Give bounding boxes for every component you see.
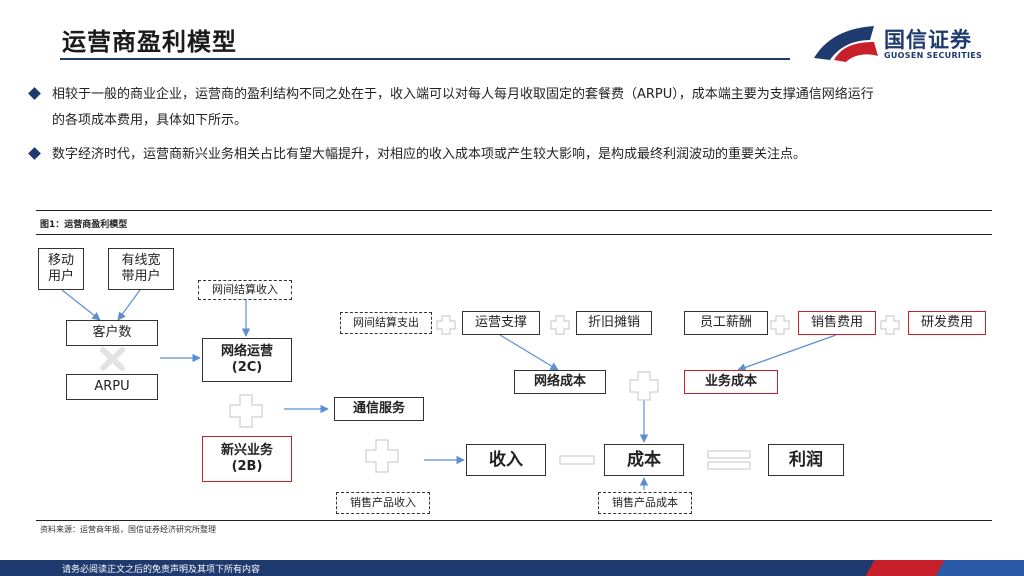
- node-arpu: ARPU: [66, 374, 158, 400]
- node-interconnect-income: 网间结算收入: [198, 280, 292, 300]
- minus-icon: [559, 455, 595, 465]
- node-revenue: 收入: [466, 444, 546, 476]
- node-business-cost: 业务成本: [684, 370, 778, 394]
- figure-bottom-rule: [36, 520, 992, 521]
- plus-icon-cost-sources: [629, 371, 659, 401]
- node-profit: 利润: [768, 444, 844, 476]
- footer-disclaimer: 请务必阅读正文之后的免责声明及其项下所有内容: [62, 565, 261, 575]
- figure-source: 资料来源：运营商年报，国信证券经济研究所整理: [40, 525, 216, 534]
- plus-icon-revenue-sources: [365, 439, 399, 473]
- node-customer-count: 客户数: [66, 320, 158, 346]
- node-network-ops: 网络运营 (2C): [202, 338, 292, 382]
- node-new-business: 新兴业务 (2B): [202, 436, 292, 482]
- node-wired-users: 有线宽 带用户: [108, 248, 174, 290]
- node-sales-cost: 销售产品成本: [598, 492, 692, 514]
- node-sales-expense: 销售费用: [798, 311, 876, 335]
- node-mobile-users: 移动 用户: [38, 248, 84, 290]
- footer-blue-stripe: [935, 560, 1024, 576]
- plus-icon-expense-4: [880, 315, 900, 335]
- node-sales-income: 销售产品收入: [336, 492, 430, 514]
- node-rd-expense: 研发费用: [908, 311, 986, 335]
- plus-icon-expense-2: [550, 315, 570, 335]
- equals-icon: [707, 450, 751, 470]
- node-depreciation: 折旧摊销: [576, 311, 652, 335]
- node-telecom-services: 通信服务: [334, 397, 424, 421]
- plus-icon-expense-3: [770, 315, 790, 335]
- node-ops-support: 运营支撑: [462, 311, 540, 335]
- node-network-cost: 网络成本: [514, 370, 606, 394]
- plus-icon-expense-1: [436, 315, 456, 335]
- node-cost: 成本: [604, 444, 684, 476]
- arrow-wired-to-customers: [117, 289, 141, 321]
- node-staff-pay: 员工薪酬: [684, 311, 768, 335]
- arrow-ops-support-to-network-cost: [499, 334, 559, 371]
- multiply-icon: [100, 347, 125, 371]
- arrow-mobile-to-customers: [61, 289, 101, 321]
- node-interconnect-expense: 网间结算支出: [340, 312, 432, 334]
- plus-icon-network-new: [229, 394, 263, 428]
- arrow-sales-expense-to-business-cost: [737, 334, 837, 372]
